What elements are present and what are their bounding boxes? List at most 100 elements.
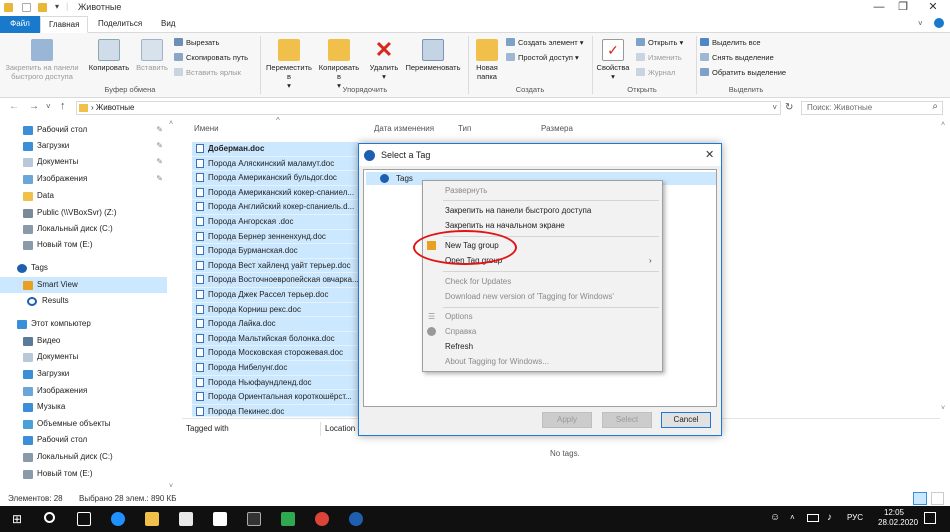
column-date[interactable]: Дата изменения [374, 124, 434, 133]
file-row[interactable]: Порода Ориентальная короткошёрст... [192, 390, 358, 405]
select-none-button[interactable]: Снять выделение [700, 53, 774, 62]
file-row[interactable]: Порода Бернер зенненхунд.doc [192, 229, 358, 245]
nav-item-downloads-pc[interactable]: Загрузки [0, 366, 167, 382]
nav-item-results[interactable]: Results [0, 293, 167, 309]
nav-item-public-z[interactable]: Public (\\VBoxSvr) (Z:) [0, 205, 167, 221]
back-arrow-icon[interactable]: ← [9, 101, 19, 112]
file-row[interactable]: Порода Корниш рекс.doc [192, 302, 358, 318]
refresh-icon[interactable]: ↻ [785, 102, 793, 113]
file-row[interactable]: Порода Английский кокер-спаниель.d... [192, 200, 358, 215]
copy-button[interactable]: Копировать [86, 39, 132, 72]
file-row[interactable]: Порода Американский кокер-спаниел... [192, 185, 358, 201]
file-row[interactable]: Порода Бурманская.doc [192, 244, 358, 259]
file-row[interactable]: Порода Восточноевропейская овчарка... [192, 273, 358, 288]
new-folder-quick-icon[interactable] [38, 3, 47, 12]
ribbon-collapse-icon[interactable]: ˅ [918, 19, 923, 28]
search-icon[interactable] [44, 512, 55, 523]
search-input[interactable]: Поиск: Животные ⌕ [801, 101, 943, 115]
quick-access-dropdown-icon[interactable]: ▾ [55, 2, 59, 11]
edge-browser-icon[interactable] [111, 512, 125, 526]
file-row[interactable]: Порода Пекинес.doc [192, 404, 358, 417]
list-scroll-down-icon[interactable]: ˅ [941, 405, 945, 412]
recent-dropdown-icon[interactable]: ˅ [46, 102, 51, 111]
nav-item-downloads[interactable]: Загрузки ✎ [0, 138, 167, 154]
file-row[interactable]: Порода Аляскинский маламут.doc [192, 156, 358, 172]
nav-item-desktop-pc[interactable]: Рабочий стол [0, 432, 167, 448]
tab-home[interactable]: Главная [40, 16, 89, 33]
tagged-with-header[interactable]: Tagged with [186, 424, 229, 433]
menu-item-options[interactable]: ☰ Options [423, 309, 662, 324]
file-row[interactable]: Порода Ангорская .doc [192, 215, 358, 230]
open-button[interactable]: Открыть ▾ [636, 38, 683, 47]
select-all-button[interactable]: Выделить все [700, 38, 761, 47]
app-icon[interactable] [281, 512, 295, 526]
history-button[interactable]: Журнал [636, 68, 675, 77]
location-header[interactable]: Location [325, 424, 355, 433]
tab-view[interactable]: Вид [153, 16, 183, 33]
store-icon[interactable] [179, 512, 193, 526]
easy-access-button[interactable]: Простой доступ ▾ [506, 53, 579, 62]
properties-quick-icon[interactable] [22, 3, 31, 12]
file-row[interactable]: Порода Московская сторожевая.doc [192, 346, 358, 361]
list-scroll-up-icon[interactable]: ˄ [941, 121, 945, 128]
cut-button[interactable]: Вырезать [174, 38, 219, 47]
tab-file[interactable]: Файл [0, 16, 40, 33]
nav-item-this-pc[interactable]: Этот компьютер [0, 316, 167, 332]
nav-item-data[interactable]: Data [0, 188, 167, 204]
nav-item-tags[interactable]: Tags [0, 260, 167, 276]
rename-button[interactable]: Переименовать [402, 39, 464, 72]
tab-share[interactable]: Поделиться [90, 16, 150, 33]
select-button[interactable]: Select [602, 412, 652, 428]
delete-button[interactable]: ✕ Удалить ▾ [366, 39, 402, 82]
nav-item-pictures-pc[interactable]: Изображения [0, 383, 167, 399]
start-windows-icon[interactable]: ⊞ [10, 512, 24, 526]
nav-item-volume-e[interactable]: Новый том (E:) [0, 237, 167, 253]
pin-quick-access-button[interactable]: Закрепить на панели быстрого доступа [2, 39, 82, 81]
menu-item-check-updates[interactable]: Check for Updates [423, 274, 662, 289]
menu-item-download-new-version[interactable]: Download new version of 'Tagging for Win… [423, 289, 662, 304]
nav-item-documents[interactable]: Документы ✎ [0, 154, 167, 170]
nav-item-smart-view[interactable]: Smart View [0, 277, 167, 293]
tagging-app-icon[interactable] [349, 512, 363, 526]
dialog-close-icon[interactable]: ✕ [705, 144, 714, 166]
file-row[interactable]: Порода Лайка.doc [192, 317, 358, 332]
people-icon[interactable]: ☺ [770, 512, 780, 523]
menu-item-pin-quick-access[interactable]: Закрепить на панели быстрого доступа [423, 203, 662, 218]
copy-to-button[interactable]: Копировать в ▾ [316, 39, 362, 90]
new-folder-button[interactable]: Новая папка [472, 39, 502, 81]
details-view-icon[interactable] [913, 492, 927, 505]
chrome-icon[interactable] [315, 512, 329, 526]
properties-button[interactable]: ✓ Свойства ▾ [594, 39, 632, 81]
large-icons-view-icon[interactable] [931, 492, 944, 505]
address-dropdown-icon[interactable]: ˅ [772, 102, 777, 114]
nav-item-desktop[interactable]: Рабочий стол ✎ [0, 122, 167, 138]
column-size[interactable]: Размера [541, 124, 573, 133]
move-to-button[interactable]: Переместить в ▾ [264, 39, 314, 90]
file-row[interactable]: Порода Нибелунг.doc [192, 361, 358, 376]
file-row[interactable]: Порода Джек Рассел терьер.doc [192, 288, 358, 303]
file-row[interactable]: Порода Мальтийская болонка.doc [192, 331, 358, 347]
close-window-button[interactable]: ✕ [910, 0, 950, 16]
nav-item-volume-e-pc[interactable]: Новый том (E:) [0, 466, 167, 482]
file-explorer-icon[interactable] [145, 512, 159, 526]
tray-expand-icon[interactable]: ˄ [790, 513, 795, 522]
paste-shortcut-button[interactable]: Вставить ярлык [174, 68, 241, 77]
nav-item-videos[interactable]: Видео [0, 333, 167, 349]
task-view-icon[interactable] [77, 512, 91, 526]
file-row[interactable]: Доберман.doc [192, 142, 358, 157]
notifications-icon[interactable] [924, 512, 936, 524]
copy-path-button[interactable]: Скопировать путь [174, 53, 248, 62]
edit-button[interactable]: Изменить [636, 53, 682, 62]
help-icon[interactable] [934, 18, 944, 28]
file-row[interactable]: Порода Американский бульдог.doc [192, 171, 358, 186]
invert-selection-button[interactable]: Обратить выделение [700, 68, 786, 77]
volume-icon[interactable]: ♪ [827, 512, 832, 523]
nav-item-music[interactable]: Музыка [0, 399, 167, 415]
menu-item-about[interactable]: About Tagging for Windows... [423, 354, 662, 369]
nav-scrollbar[interactable]: ˄ ˅ [168, 120, 178, 492]
nav-item-3d-objects[interactable]: Объемные объекты [0, 416, 167, 432]
file-row[interactable]: Порода Вест хайленд уайт терьер.doc [192, 258, 358, 274]
terminal-icon[interactable] [247, 512, 261, 526]
forward-arrow-icon[interactable]: → [29, 101, 39, 112]
column-type[interactable]: Тип [458, 124, 471, 133]
